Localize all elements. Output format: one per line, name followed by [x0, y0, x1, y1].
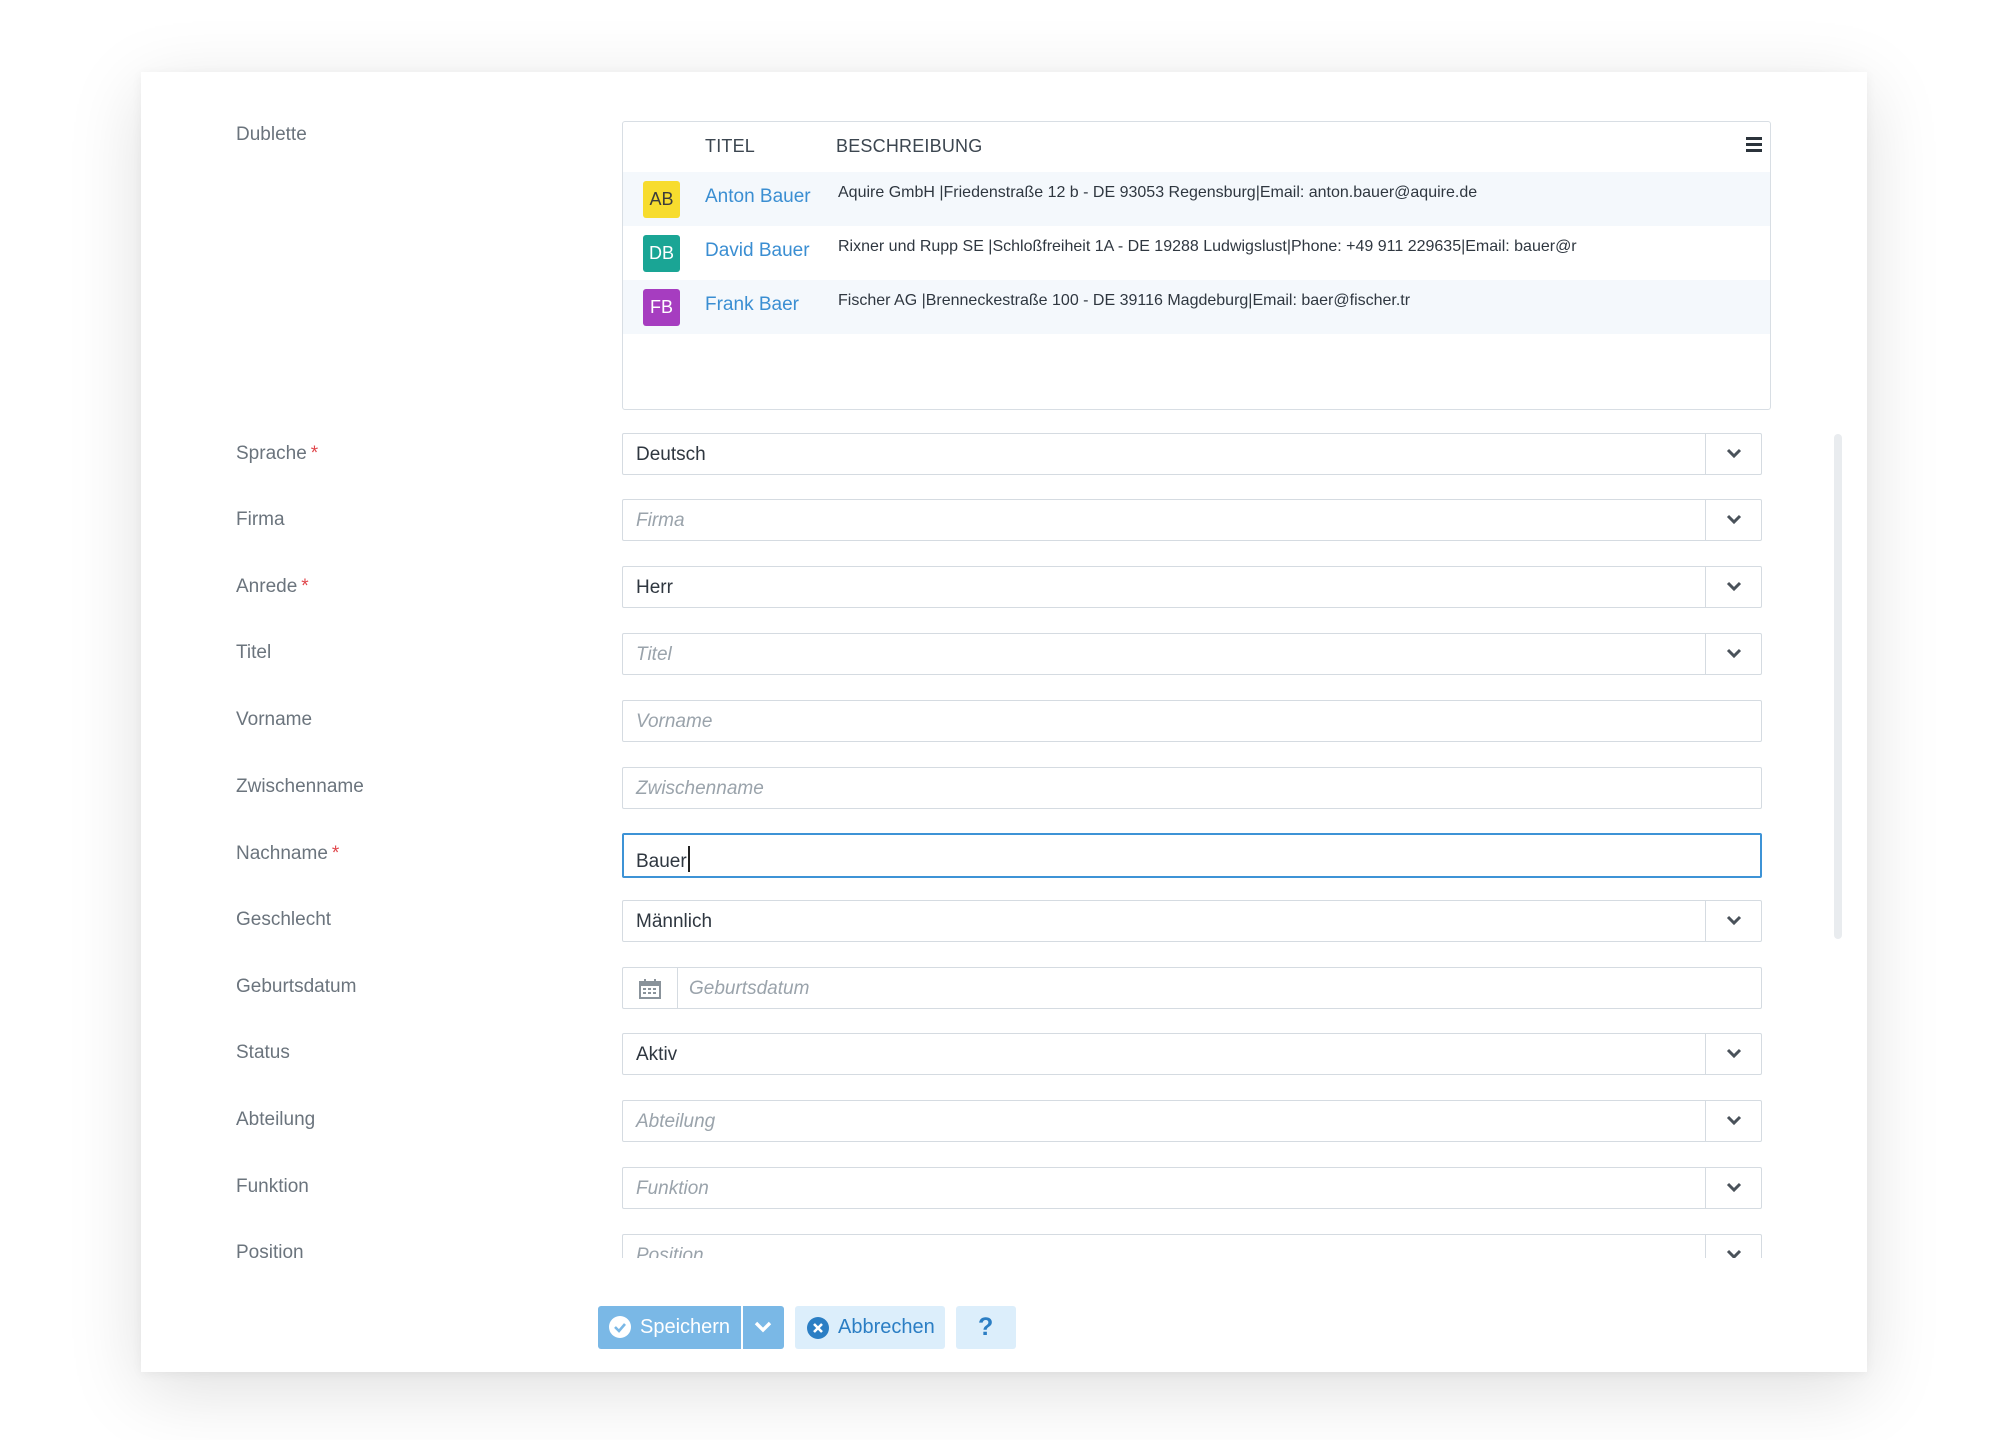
avatar: FB: [643, 289, 680, 326]
row-description: Rixner und Rupp SE |Schloßfreiheit 1A - …: [838, 238, 1577, 255]
table-row[interactable]: AB Anton Bauer Aquire GmbH |Friedenstraß…: [623, 172, 1770, 226]
anrede-value: Herr: [636, 577, 673, 598]
chevron-down-icon: [1726, 1115, 1742, 1126]
abteilung-select[interactable]: Abteilung: [622, 1100, 1762, 1142]
position-label: Position: [236, 1242, 304, 1258]
required-marker: *: [310, 443, 319, 464]
nachname-value: Bauer: [636, 846, 690, 873]
position-select[interactable]: Position: [622, 1234, 1762, 1258]
row-title-link[interactable]: Frank Baer: [705, 294, 799, 316]
required-marker: *: [301, 576, 309, 597]
table-row[interactable]: DB David Bauer Rixner und Rupp SE |Schlo…: [623, 226, 1770, 280]
duplicate-table-header: TITEL BESCHREIBUNG: [623, 122, 1770, 172]
position-placeholder: Position: [636, 1245, 704, 1258]
status-label: Status: [236, 1042, 290, 1063]
funktion-label: Funktion: [236, 1176, 309, 1197]
geburtsdatum-placeholder: Geburtsdatum: [689, 978, 810, 999]
funktion-select[interactable]: Funktion: [622, 1167, 1762, 1209]
zwischenname-label: Zwischenname: [236, 776, 364, 797]
dropdown-toggle[interactable]: [1705, 434, 1761, 474]
dropdown-toggle[interactable]: [1705, 634, 1761, 674]
titel-label: Titel: [236, 642, 272, 663]
dropdown-toggle[interactable]: [1705, 567, 1761, 607]
date-picker-button[interactable]: [623, 968, 678, 1008]
titel-placeholder: Titel: [636, 644, 672, 665]
dublette-label: Dublette: [236, 124, 307, 145]
chevron-down-icon: [1726, 1249, 1742, 1258]
required-marker: *: [331, 843, 340, 864]
geburtsdatum-input[interactable]: Geburtsdatum: [622, 967, 1762, 1009]
chevron-down-icon: [1726, 1048, 1742, 1059]
abteilung-placeholder: Abteilung: [636, 1111, 716, 1132]
vorname-placeholder: Vorname: [636, 711, 713, 732]
table-row[interactable]: FB Frank Baer Fischer AG |Brenneckestraß…: [623, 280, 1770, 334]
geschlecht-select[interactable]: Männlich: [622, 900, 1762, 942]
firma-placeholder: Firma: [636, 510, 685, 531]
contact-form-dialog: Dublette TITEL BESCHREIBUNG AB Anton Bau…: [141, 72, 1867, 1372]
column-header-beschreibung[interactable]: BESCHREIBUNG: [836, 136, 982, 157]
vorname-input[interactable]: Vorname: [622, 700, 1762, 742]
help-icon: ?: [978, 1313, 994, 1341]
avatar: DB: [643, 235, 680, 272]
geschlecht-value: Männlich: [636, 911, 713, 932]
vorname-label: Vorname: [236, 709, 313, 730]
nachname-input[interactable]: Bauer: [622, 833, 1762, 878]
chevron-down-icon: [1726, 1182, 1742, 1193]
anrede-select[interactable]: Herr: [622, 566, 1762, 608]
dropdown-toggle[interactable]: [1705, 500, 1761, 540]
calendar-icon: [639, 979, 661, 999]
titel-select[interactable]: Titel: [622, 633, 1762, 675]
dropdown-toggle[interactable]: [1705, 1034, 1761, 1074]
funktion-placeholder: Funktion: [636, 1178, 709, 1199]
firma-label: Firma: [236, 509, 285, 530]
firma-select[interactable]: Firma: [622, 499, 1762, 541]
status-value: Aktiv: [636, 1044, 678, 1065]
zwischenname-input[interactable]: Zwischenname: [622, 767, 1762, 809]
nachname-label: Nachname *: [236, 843, 340, 864]
save-button-label: Speichern: [640, 1316, 731, 1338]
row-description: Fischer AG |Brenneckestraße 100 - DE 391…: [838, 292, 1411, 309]
table-menu-icon[interactable]: [1742, 134, 1766, 158]
chevron-down-icon: [754, 1321, 772, 1333]
dropdown-toggle[interactable]: [1705, 1101, 1761, 1141]
help-button[interactable]: ?: [956, 1306, 1016, 1349]
save-button[interactable]: Speichern: [598, 1306, 741, 1349]
chevron-down-icon: [1726, 915, 1742, 926]
sprache-select[interactable]: Deutsch: [622, 433, 1762, 475]
cancel-button[interactable]: Abbrechen: [795, 1306, 945, 1349]
cancel-button-label: Abbrechen: [838, 1316, 935, 1338]
dropdown-toggle[interactable]: [1705, 901, 1761, 941]
sprache-label: Sprache *: [236, 443, 319, 464]
abteilung-label: Abteilung: [236, 1109, 316, 1130]
row-title-link[interactable]: David Bauer: [705, 240, 810, 262]
anrede-label: Anrede *: [236, 576, 309, 597]
close-circle-icon: [807, 1317, 829, 1339]
row-description: Aquire GmbH |Friedenstraße 12 b - DE 930…: [838, 184, 1478, 201]
check-circle-icon: [609, 1316, 631, 1338]
zwischenname-placeholder: Zwischenname: [636, 778, 764, 799]
chevron-down-icon: [1726, 448, 1742, 459]
avatar: AB: [643, 181, 680, 218]
row-title-link[interactable]: Anton Bauer: [705, 186, 811, 208]
duplicate-table: TITEL BESCHREIBUNG AB Anton Bauer Aquire…: [622, 121, 1771, 410]
save-options-button[interactable]: [743, 1306, 784, 1349]
text-caret: [687, 846, 690, 872]
column-header-titel[interactable]: TITEL: [705, 136, 755, 157]
vertical-scrollbar[interactable]: [1834, 434, 1842, 939]
chevron-down-icon: [1726, 648, 1742, 659]
dropdown-toggle[interactable]: [1705, 1235, 1761, 1258]
geschlecht-label: Geschlecht: [236, 909, 332, 930]
status-select[interactable]: Aktiv: [622, 1033, 1762, 1075]
dropdown-toggle[interactable]: [1705, 1168, 1761, 1208]
chevron-down-icon: [1726, 581, 1742, 592]
sprache-value: Deutsch: [636, 444, 706, 465]
geburtsdatum-label: Geburtsdatum: [236, 976, 357, 997]
chevron-down-icon: [1726, 514, 1742, 525]
form-scroll-area[interactable]: Dublette TITEL BESCHREIBUNG AB Anton Bau…: [141, 72, 1867, 1258]
